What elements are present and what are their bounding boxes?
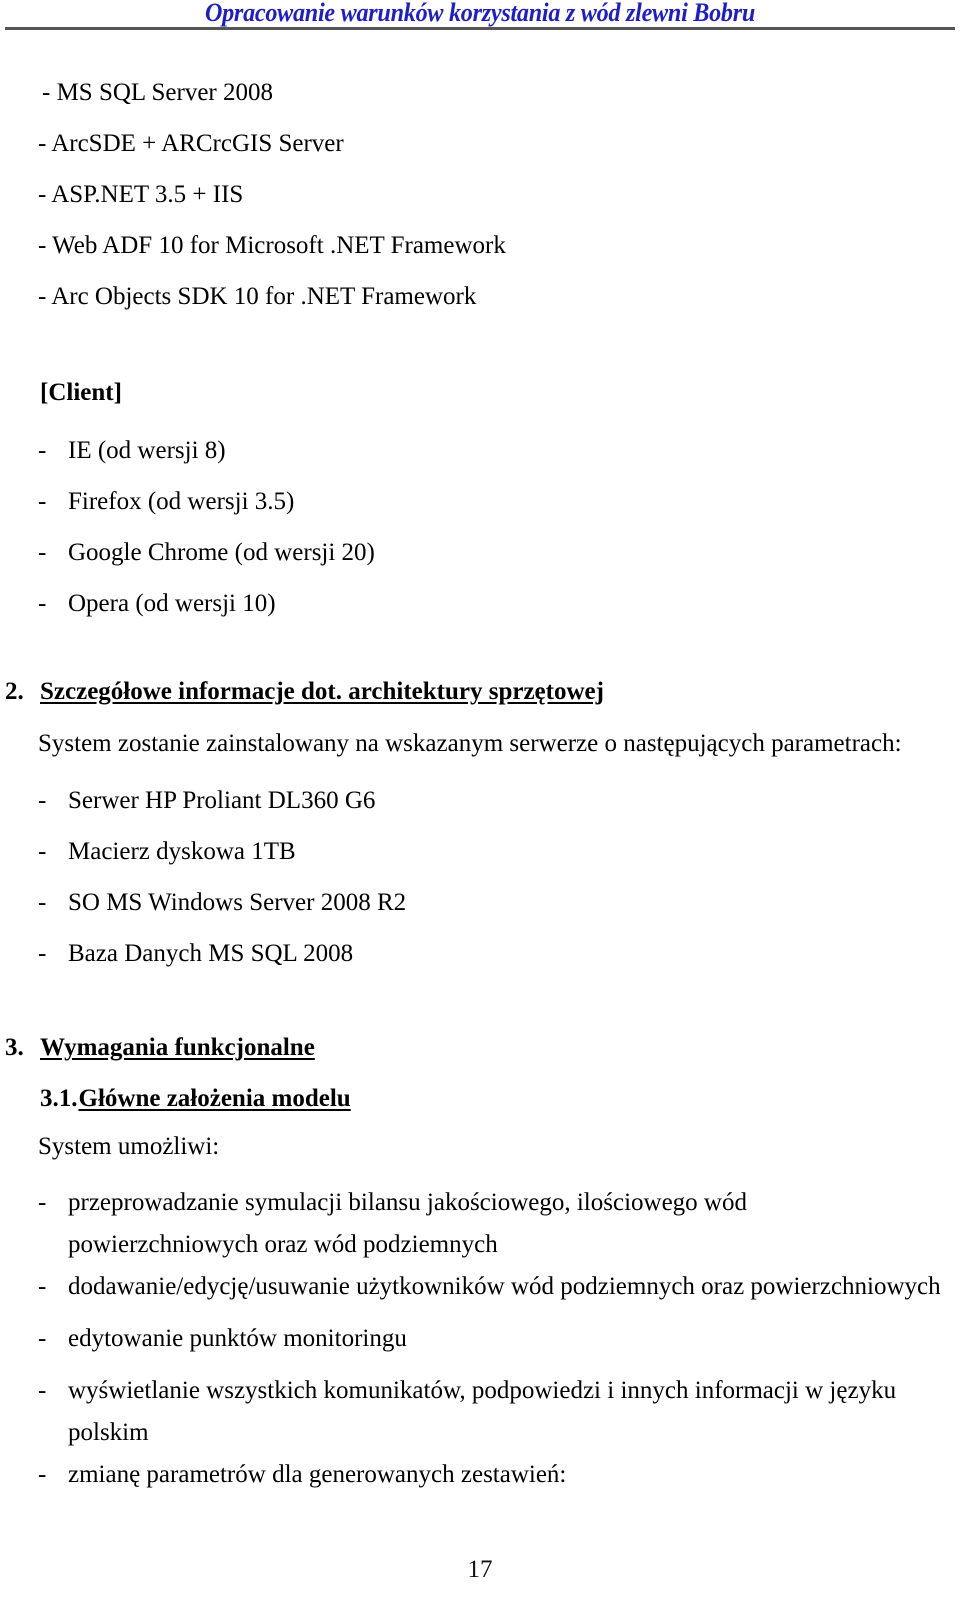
list-item: - IE (od wersji 8): [38, 430, 928, 472]
list-item: - Opera (od wersji 10): [38, 583, 928, 625]
page-number: 17: [467, 1556, 493, 1583]
bullet-dash-icon: -: [38, 1377, 47, 1404]
section-heading-3-1: 3.1.Główne założenia modelu: [40, 1085, 351, 1113]
bullet-dash-icon: -: [38, 940, 47, 967]
page-header: Opracowanie warunków korzystania z wód z…: [0, 0, 960, 32]
section-heading-2: 2. Szczegółowe informacje dot. architektu…: [5, 678, 604, 706]
document-title: Opracowanie warunków korzystania z wód z…: [204, 0, 756, 27]
list-item: - ASP.NET 3.5 + IIS: [38, 181, 244, 208]
list-item: - Web ADF 10 for Microsoft .NET Framewor…: [38, 232, 506, 259]
list-item: - zmianę parametrów dla generowanych zes…: [38, 1454, 928, 1496]
section-title: Wymagania funkcjonalne: [40, 1034, 315, 1061]
list-item-label: Serwer HP Proliant DL360 G6: [68, 787, 376, 814]
list-item-label: Opera (od wersji 10): [68, 590, 276, 617]
bullet-dash-icon: -: [38, 437, 47, 464]
list-item: - wyświetlanie wszystkich komunikatów, p…: [38, 1370, 908, 1454]
bullet-dash-icon: -: [38, 1273, 47, 1300]
list-item: - Serwer HP Proliant DL360 G6: [38, 780, 928, 822]
bullet-dash-icon: -: [38, 889, 47, 916]
bullet-dash-icon: -: [38, 787, 47, 814]
list-item-label: Macierz dyskowa 1TB: [68, 838, 296, 865]
list-item: - Baza Danych MS SQL 2008: [38, 933, 928, 975]
section-number: 3.: [5, 1034, 24, 1061]
list-item-label: dodawanie/edycję/usuwanie użytkowników w…: [68, 1273, 941, 1300]
section-3-1-intro-paragraph: System umożliwi:: [38, 1133, 220, 1160]
list-item-label: zmianę parametrów dla generowanych zesta…: [68, 1461, 567, 1488]
list-item-label: Google Chrome (od wersji 20): [68, 539, 375, 566]
list-item: - SO MS Windows Server 2008 R2: [38, 882, 928, 924]
list-item: - Firefox (od wersji 3.5): [38, 481, 928, 523]
bullet-dash-icon: -: [38, 838, 47, 865]
list-item-label: SO MS Windows Server 2008 R2: [68, 889, 407, 916]
list-item-label: IE (od wersji 8): [68, 437, 226, 464]
list-item: - edytowanie punktów monitoringu: [38, 1318, 928, 1360]
header-divider: [5, 27, 955, 30]
section-2-intro-paragraph: System zostanie zainstalowany na wskazan…: [38, 730, 902, 757]
section-number: 2.: [5, 678, 24, 705]
bullet-dash-icon: -: [38, 1325, 47, 1352]
bullet-dash-icon: -: [38, 539, 47, 566]
client-block-label: [Client]: [40, 379, 122, 406]
bullet-dash-icon: -: [38, 590, 47, 617]
list-item-label: przeprowadzanie symulacji bilansu jakośc…: [68, 1189, 747, 1258]
list-item: - przeprowadzanie symulacji bilansu jako…: [38, 1182, 928, 1266]
list-item: - Macierz dyskowa 1TB: [38, 831, 928, 873]
bullet-dash-icon: -: [38, 1189, 47, 1216]
section-title: Szczegółowe informacje dot. architektury…: [40, 678, 604, 705]
bullet-dash-icon: -: [38, 1461, 47, 1488]
bullet-dash-icon: -: [38, 488, 47, 515]
list-item: - dodawanie/edycję/usuwanie użytkowników…: [38, 1266, 941, 1308]
list-item: - ArcSDE + ARCrcGIS Server: [38, 130, 344, 157]
list-item: - MS SQL Server 2008: [42, 79, 274, 106]
page-footer: 17: [0, 1556, 960, 1584]
section-heading-3: 3. Wymagania funkcjonalne: [5, 1034, 315, 1062]
subsection-title: Główne założenia modelu: [78, 1085, 351, 1112]
list-item-label: wyświetlanie wszystkich komunikatów, pod…: [68, 1377, 897, 1446]
subsection-number: 3.1.: [40, 1085, 78, 1112]
list-item-label: Firefox (od wersji 3.5): [68, 488, 295, 515]
list-item-label: edytowanie punktów monitoringu: [68, 1325, 407, 1352]
list-item-label: Baza Danych MS SQL 2008: [68, 940, 354, 967]
list-item: - Google Chrome (od wersji 20): [38, 532, 928, 574]
list-item: - Arc Objects SDK 10 for .NET Framework: [38, 283, 477, 310]
